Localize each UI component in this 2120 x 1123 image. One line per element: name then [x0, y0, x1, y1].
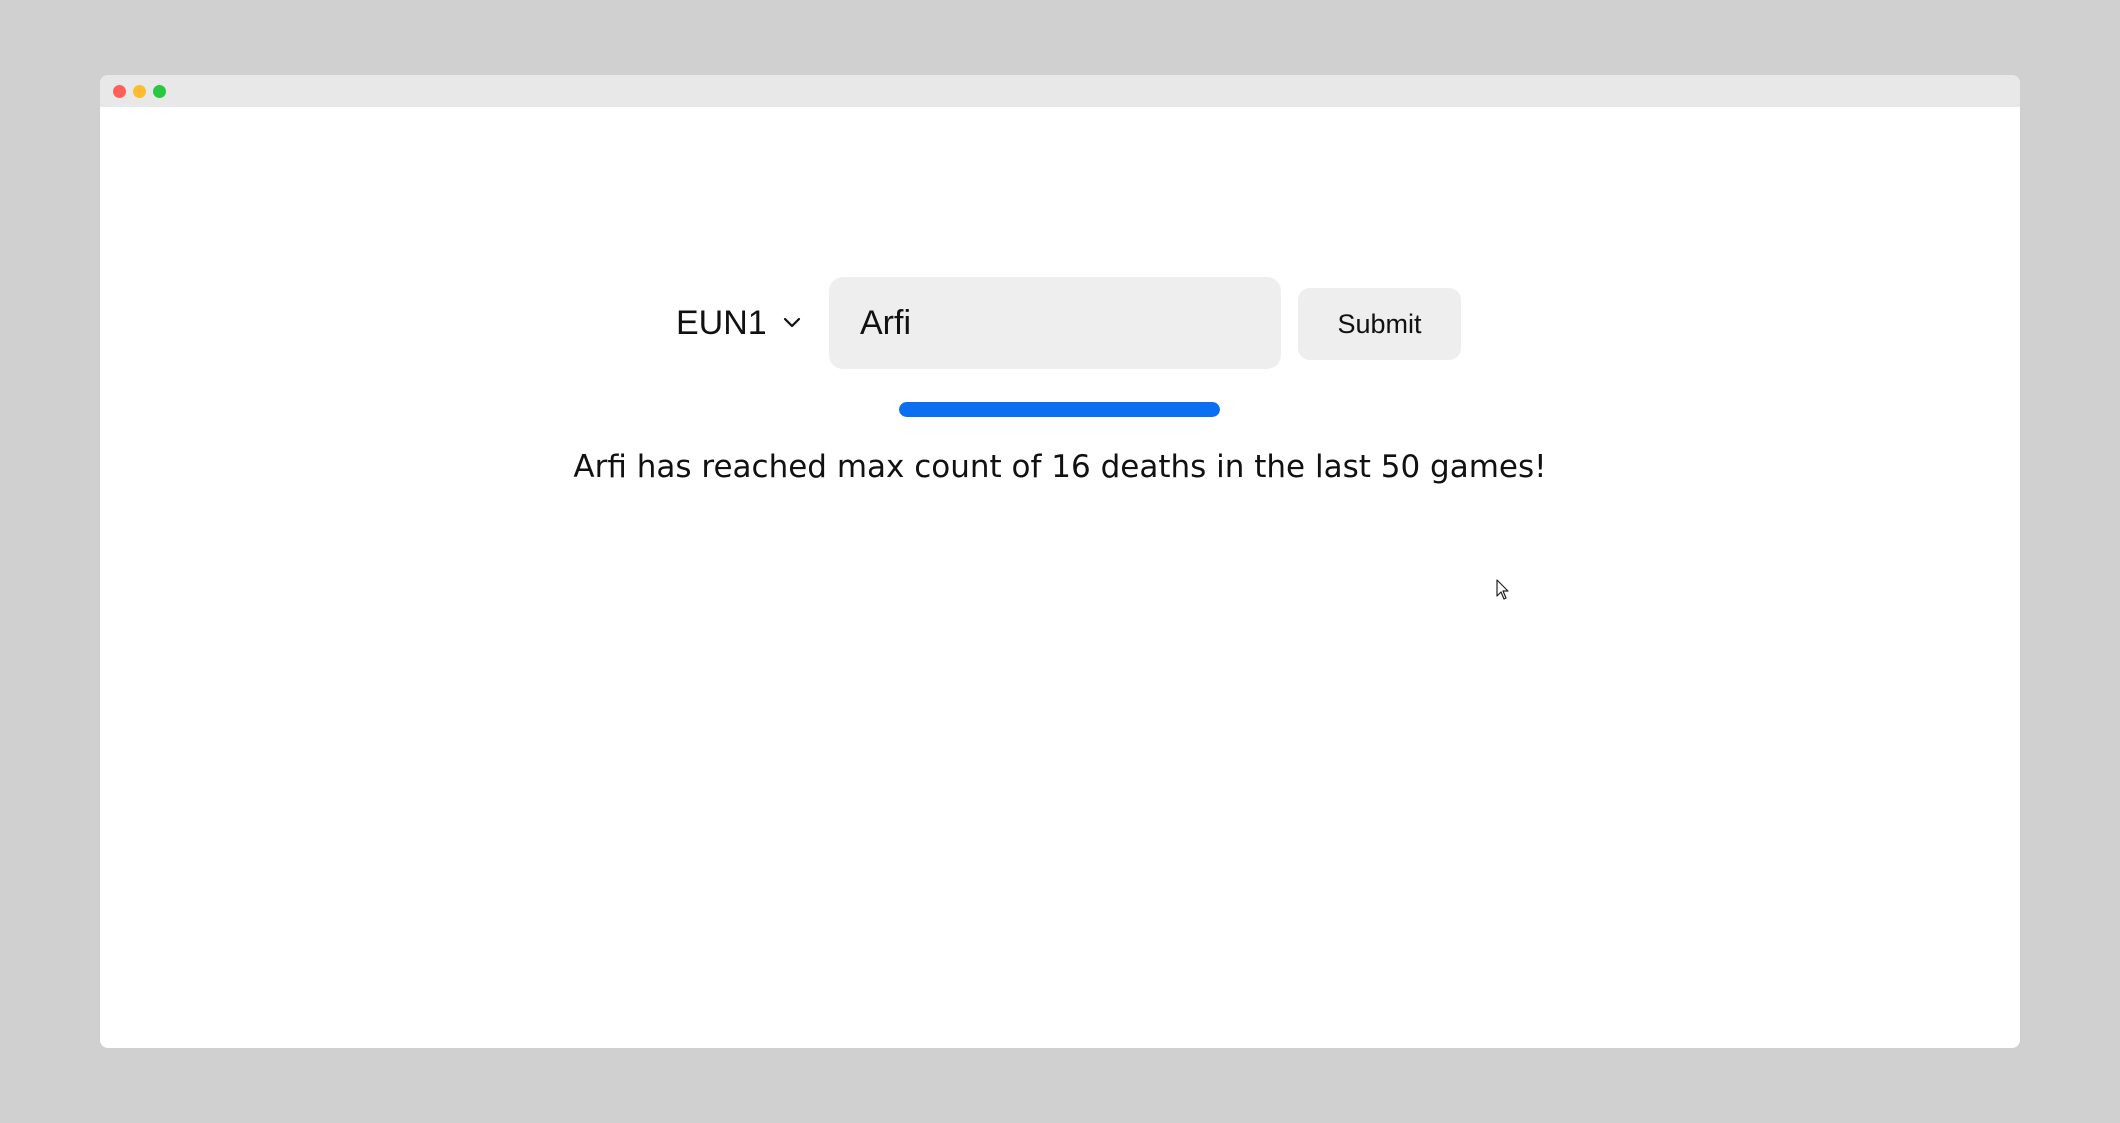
mouse-cursor-icon — [1496, 579, 1509, 600]
summoner-name-input[interactable] — [829, 277, 1281, 369]
maximize-window-button[interactable] — [153, 85, 166, 98]
region-select[interactable]: EUN1 — [660, 277, 812, 369]
result-message: Arfi has reached max count of 16 deaths … — [573, 449, 1547, 485]
region-select-value: EUN1 — [676, 304, 767, 342]
submit-button[interactable]: Submit — [1298, 288, 1461, 360]
minimize-window-button[interactable] — [133, 85, 146, 98]
close-window-button[interactable] — [113, 85, 126, 98]
page-content: EUN1 Submit Arfi has reached max count o… — [100, 107, 2020, 1048]
browser-window: EUN1 Submit Arfi has reached max count o… — [100, 75, 2020, 1048]
window-titlebar — [100, 75, 2020, 107]
progress-bar — [899, 402, 1220, 417]
progress-bar-fill — [899, 402, 1220, 417]
chevron-down-icon — [783, 317, 801, 328]
search-form: EUN1 Submit — [100, 277, 2020, 369]
